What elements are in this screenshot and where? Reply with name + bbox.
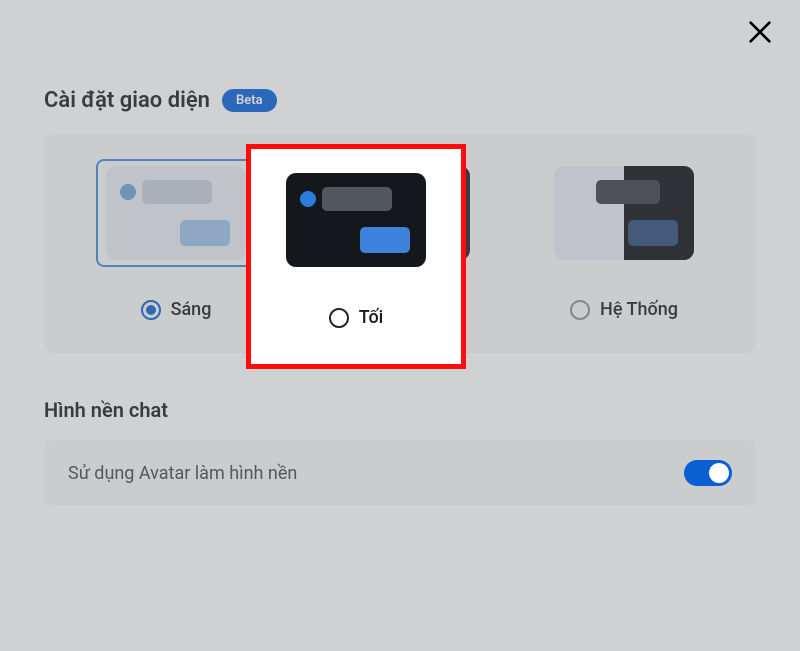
theme-option-dark[interactable]: Tối (296, 159, 504, 320)
theme-thumbnail-dark (320, 159, 480, 267)
theme-thumbnail-light (96, 159, 256, 267)
avatar-background-label: Sử dụng Avatar làm hình nền (68, 463, 297, 484)
close-icon (746, 18, 774, 46)
avatar-background-toggle[interactable] (684, 460, 732, 486)
toggle-knob (709, 463, 729, 483)
theme-label-dark: Tối (403, 299, 428, 320)
radio-system[interactable] (570, 300, 590, 320)
beta-badge: Beta (222, 89, 277, 112)
section-title: Cài đặt giao diện (44, 88, 210, 113)
theme-label-system: Hệ Thống (600, 299, 678, 320)
chat-background-title: Hình nền chat (44, 398, 756, 422)
theme-label-light: Sáng (171, 299, 212, 320)
theme-thumbnail-system (544, 159, 704, 267)
avatar-background-row: Sử dụng Avatar làm hình nền (44, 440, 756, 506)
radio-dark[interactable] (373, 300, 393, 320)
theme-panel: Sáng Tối (44, 133, 756, 354)
radio-light[interactable] (141, 300, 161, 320)
close-button[interactable] (746, 18, 774, 46)
interface-settings-header: Cài đặt giao diện Beta (44, 88, 756, 113)
theme-option-light[interactable]: Sáng (72, 159, 280, 320)
theme-option-system[interactable]: Hệ Thống (520, 159, 728, 320)
